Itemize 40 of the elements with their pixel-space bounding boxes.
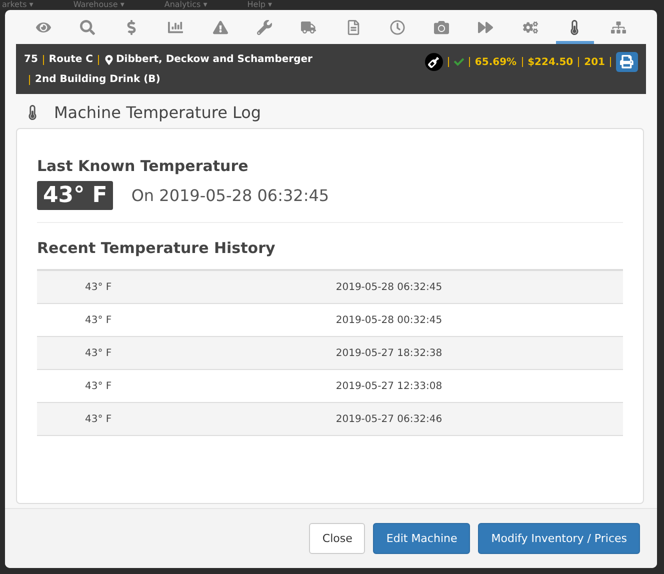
gears-icon bbox=[522, 20, 538, 35]
eye-icon bbox=[36, 20, 51, 35]
bottle-icon bbox=[424, 53, 443, 71]
footer-button[interactable]: Close bbox=[309, 523, 366, 554]
wrench-icon bbox=[257, 20, 272, 35]
table-cell: 2019-05-28 00:32:45 bbox=[336, 304, 623, 336]
footer-button[interactable]: Modify Inventory / Prices bbox=[478, 523, 640, 554]
footer-button[interactable]: Edit Machine bbox=[373, 523, 470, 554]
table-cell: 43° F bbox=[37, 370, 336, 402]
table-cell: 2019-05-27 06:32:46 bbox=[336, 402, 623, 436]
fast-forward-icon bbox=[478, 20, 494, 35]
document-icon bbox=[346, 20, 361, 35]
truck-icon bbox=[301, 20, 316, 35]
warning-icon bbox=[212, 20, 228, 35]
section-heading: Recent Temperature History bbox=[37, 239, 276, 257]
machine-info-text: 75 bbox=[24, 53, 38, 67]
map-pin-icon bbox=[104, 55, 114, 65]
sitemap-icon bbox=[611, 20, 626, 35]
machine-stat: 65.69% bbox=[474, 56, 517, 68]
machine-info-text: Dibbert, Deckow and Schamberger bbox=[104, 52, 312, 68]
table-cell: 2019-05-27 18:32:38 bbox=[336, 336, 623, 370]
temperature-badge: 43° F bbox=[37, 181, 114, 210]
print-button[interactable] bbox=[616, 52, 638, 72]
table-cell: 43° F bbox=[37, 402, 336, 436]
machine-info-text: 2nd Building Drink (B) bbox=[35, 73, 160, 87]
search-icon bbox=[80, 20, 95, 35]
table-cell: 43° F bbox=[37, 270, 336, 304]
table-cell: 43° F bbox=[37, 304, 336, 336]
machine-stat: $224.50 bbox=[528, 56, 574, 68]
table-cell: 2019-05-28 06:32:45 bbox=[336, 270, 623, 304]
machine-info-text: Route C bbox=[48, 53, 93, 67]
machine-stat: 201 bbox=[584, 56, 605, 68]
section-heading: Last Known Temperature bbox=[37, 157, 250, 175]
timestamp-text: On 2019-05-28 06:32:45 bbox=[131, 186, 330, 205]
table-cell: 2019-05-27 12:33:08 bbox=[336, 370, 623, 402]
camera-icon bbox=[434, 20, 450, 35]
table-cell: 43° F bbox=[37, 336, 336, 370]
clock-icon bbox=[390, 20, 405, 35]
bar-chart-icon bbox=[168, 20, 184, 35]
modal-title: Machine Temperature Log bbox=[54, 103, 262, 122]
